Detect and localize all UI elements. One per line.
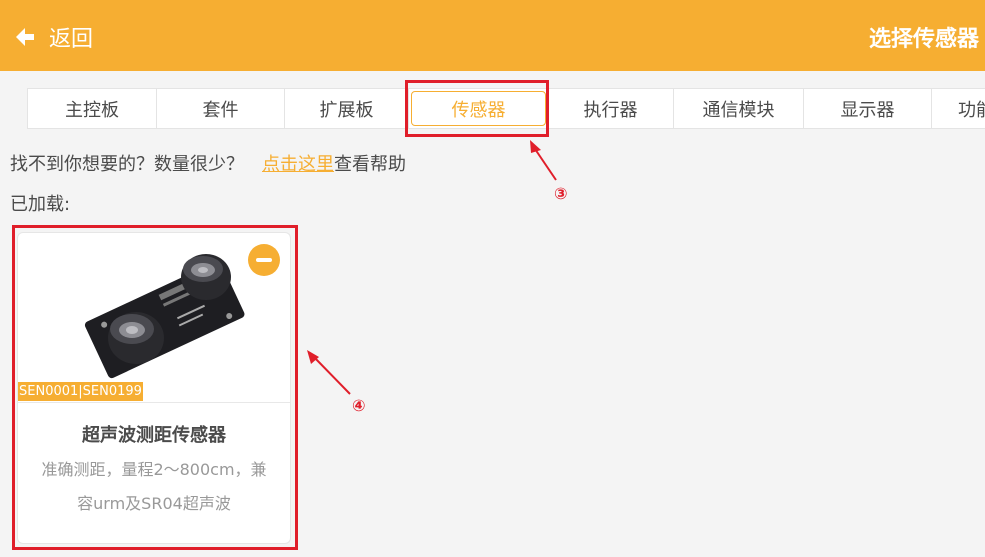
back-label: 返回 xyxy=(49,27,94,52)
arrow-left-icon xyxy=(16,28,34,46)
callout-box-card xyxy=(12,225,298,550)
top-bar: 返回 选择传感器 xyxy=(0,0,985,71)
page-title: 选择传感器 xyxy=(868,27,979,52)
back-button[interactable]: 返回 xyxy=(14,20,93,54)
tab-display[interactable]: 显示器 xyxy=(804,89,932,128)
loaded-label: 已加载: xyxy=(10,194,71,215)
tab-expansion-board[interactable]: 扩展板 xyxy=(285,89,409,128)
help-hint: 找不到你想要的？数量很少？ 点击这里查看帮助 xyxy=(10,150,406,176)
tab-function[interactable]: 功能 xyxy=(932,89,985,128)
marker-3: ③ xyxy=(554,184,568,203)
help-link[interactable]: 点击这里 xyxy=(262,154,334,175)
tab-main-board[interactable]: 主控板 xyxy=(28,89,157,128)
hint-text: 找不到你想要的？数量很少？ xyxy=(10,154,244,175)
hint-suffix: 查看帮助 xyxy=(334,154,406,175)
tab-actuators[interactable]: 执行器 xyxy=(548,89,674,128)
callout-box-tab xyxy=(405,80,549,137)
marker-4: ④ xyxy=(352,396,366,415)
tab-communication[interactable]: 通信模块 xyxy=(674,89,804,128)
tab-kits[interactable]: 套件 xyxy=(157,89,285,128)
